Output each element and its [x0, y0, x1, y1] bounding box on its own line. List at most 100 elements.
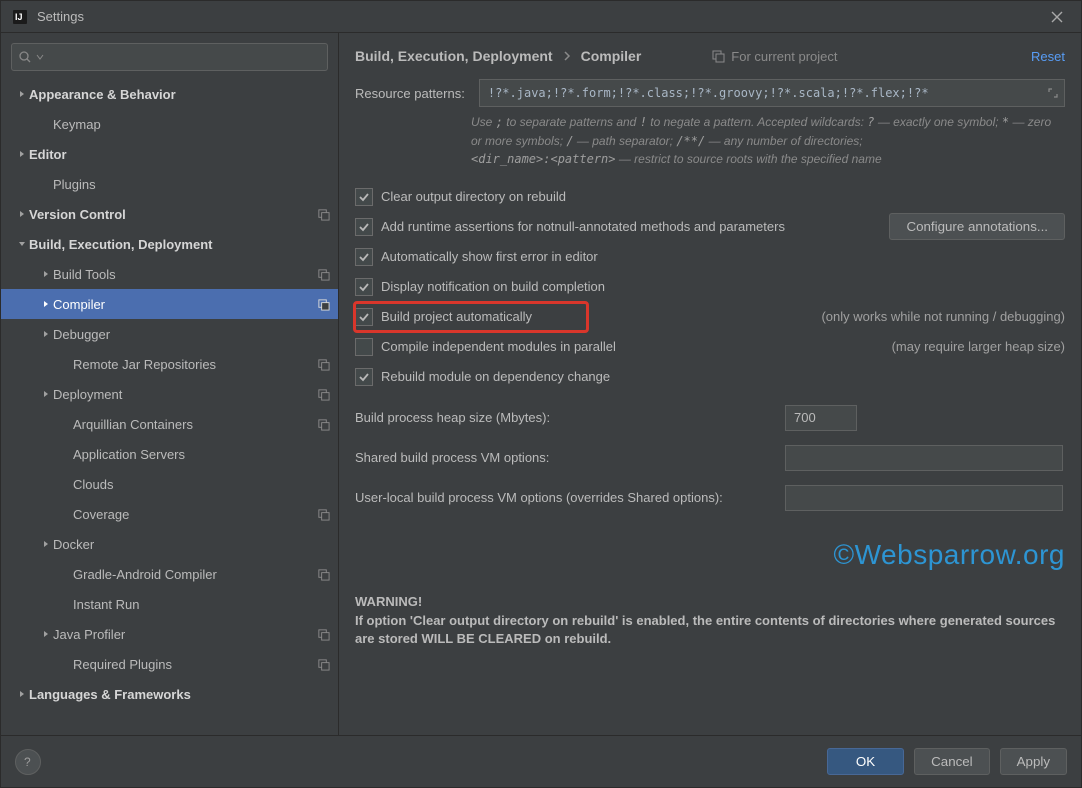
- checkbox-group: Clear output directory on rebuild Add ru…: [355, 183, 1065, 391]
- configure-annotations-button[interactable]: Configure annotations...: [889, 213, 1065, 240]
- tree-arrow-icon: [15, 150, 29, 158]
- sidebar-item-remote-jar-repositories[interactable]: Remote Jar Repositories: [1, 349, 338, 379]
- heap-size-input[interactable]: 700: [785, 405, 857, 431]
- checkbox-icon[interactable]: [355, 368, 373, 386]
- parallel-note: (may require larger heap size): [876, 339, 1065, 354]
- checkbox-icon[interactable]: [355, 188, 373, 206]
- question-icon: ?: [23, 755, 33, 769]
- app-logo-icon: IJ: [11, 8, 29, 26]
- project-scope-icon: [317, 628, 330, 641]
- watermark-text: ©Websparrow.org: [355, 539, 1065, 571]
- sidebar-item-label: Languages & Frameworks: [29, 687, 330, 702]
- breadcrumb-parent[interactable]: Build, Execution, Deployment: [355, 48, 553, 64]
- sidebar-item-label: Deployment: [53, 387, 311, 402]
- window-title: Settings: [37, 9, 84, 24]
- cancel-button[interactable]: Cancel: [914, 748, 990, 775]
- breadcrumb-current: Compiler: [581, 48, 642, 64]
- content: Build, Execution, Deployment Compiler Fo…: [339, 33, 1081, 735]
- sidebar-item-keymap[interactable]: Keymap: [1, 109, 338, 139]
- sidebar-item-arquillian-containers[interactable]: Arquillian Containers: [1, 409, 338, 439]
- user-vm-label: User-local build process VM options (ove…: [355, 490, 785, 505]
- search-icon: [18, 50, 32, 64]
- shared-vm-input[interactable]: [785, 445, 1063, 471]
- heap-size-row: Build process heap size (Mbytes): 700: [355, 405, 1065, 431]
- sidebar-item-label: Remote Jar Repositories: [73, 357, 311, 372]
- svg-text:IJ: IJ: [15, 12, 23, 22]
- check-parallel-compile[interactable]: Compile independent modules in parallel …: [355, 333, 1065, 361]
- project-scope-icon: [317, 268, 330, 281]
- warning-body: If option 'Clear output directory on reb…: [355, 612, 1065, 650]
- expand-field-icon[interactable]: [1044, 82, 1062, 104]
- sidebar-search[interactable]: [11, 43, 328, 71]
- settings-window: IJ Settings Appearance & BehaviorKeymapE…: [0, 0, 1082, 788]
- sidebar-item-build-execution-deployment[interactable]: Build, Execution, Deployment: [1, 229, 338, 259]
- sidebar-item-label: Docker: [53, 537, 330, 552]
- sidebar-item-label: Application Servers: [73, 447, 330, 462]
- search-dropdown-icon[interactable]: [36, 53, 44, 61]
- tree-arrow-icon: [15, 690, 29, 698]
- chevron-right-icon: [563, 51, 571, 61]
- sidebar-item-plugins[interactable]: Plugins: [1, 169, 338, 199]
- ok-button[interactable]: OK: [827, 748, 904, 775]
- sidebar-item-java-profiler[interactable]: Java Profiler: [1, 619, 338, 649]
- warning-title: WARNING!: [355, 593, 1065, 612]
- sidebar-item-coverage[interactable]: Coverage: [1, 499, 338, 529]
- resource-patterns-label: Resource patterns:: [355, 86, 465, 101]
- tree-arrow-icon: [15, 90, 29, 98]
- sidebar-item-deployment[interactable]: Deployment: [1, 379, 338, 409]
- sidebar-item-label: Gradle-Android Compiler: [73, 567, 311, 582]
- sidebar-item-application-servers[interactable]: Application Servers: [1, 439, 338, 469]
- project-scope-icon: [317, 658, 330, 671]
- check-rebuild-dependency[interactable]: Rebuild module on dependency change: [355, 363, 1065, 391]
- tree-arrow-icon: [39, 540, 53, 548]
- svg-text:?: ?: [24, 755, 31, 769]
- project-scope-icon: [317, 508, 330, 521]
- checkbox-icon[interactable]: [355, 218, 373, 236]
- close-button[interactable]: [1043, 3, 1071, 31]
- sidebar-item-editor[interactable]: Editor: [1, 139, 338, 169]
- checkbox-icon[interactable]: [355, 308, 373, 326]
- sidebar-item-version-control[interactable]: Version Control: [1, 199, 338, 229]
- body: Appearance & BehaviorKeymapEditorPlugins…: [1, 33, 1081, 735]
- sidebar-item-instant-run[interactable]: Instant Run: [1, 589, 338, 619]
- for-current-project-badge: For current project: [711, 49, 837, 64]
- check-clear-output[interactable]: Clear output directory on rebuild: [355, 183, 1065, 211]
- sidebar-item-label: Build, Execution, Deployment: [29, 237, 330, 252]
- sidebar-item-languages-frameworks[interactable]: Languages & Frameworks: [1, 679, 338, 709]
- sidebar-item-docker[interactable]: Docker: [1, 529, 338, 559]
- sidebar-item-label: Arquillian Containers: [73, 417, 311, 432]
- footer: ? OK Cancel Apply: [1, 735, 1081, 787]
- resource-patterns-help: Use ; to separate patterns and ! to nega…: [471, 113, 1065, 169]
- sidebar-item-compiler[interactable]: Compiler: [1, 289, 338, 319]
- sidebar-item-gradle-android-compiler[interactable]: Gradle-Android Compiler: [1, 559, 338, 589]
- main-panel: Resource patterns: !?*.java;!?*.form;!?*…: [339, 79, 1081, 735]
- check-build-notification[interactable]: Display notification on build completion: [355, 273, 1065, 301]
- help-button[interactable]: ?: [15, 749, 41, 775]
- shared-vm-row: Shared build process VM options:: [355, 445, 1065, 471]
- tree-arrow-icon: [15, 210, 29, 218]
- sidebar-item-clouds[interactable]: Clouds: [1, 469, 338, 499]
- checkbox-icon[interactable]: [355, 338, 373, 356]
- sidebar-item-appearance-behavior[interactable]: Appearance & Behavior: [1, 79, 338, 109]
- auto-build-note: (only works while not running / debuggin…: [805, 309, 1065, 324]
- checkbox-icon[interactable]: [355, 278, 373, 296]
- check-build-automatically[interactable]: Build project automatically: [355, 303, 587, 331]
- tree-arrow-icon: [39, 390, 53, 398]
- warning-block: WARNING! If option 'Clear output directo…: [355, 593, 1065, 650]
- apply-button[interactable]: Apply: [1000, 748, 1067, 775]
- resource-patterns-input[interactable]: !?*.java;!?*.form;!?*.class;!?*.groovy;!…: [479, 79, 1065, 107]
- shared-vm-label: Shared build process VM options:: [355, 450, 785, 465]
- checkbox-icon[interactable]: [355, 248, 373, 266]
- check-runtime-assertions[interactable]: Add runtime assertions for notnull-annot…: [355, 213, 1065, 241]
- sidebar: Appearance & BehaviorKeymapEditorPlugins…: [1, 33, 339, 735]
- project-scope-icon: [711, 49, 725, 63]
- settings-tree: Appearance & BehaviorKeymapEditorPlugins…: [1, 77, 338, 735]
- tree-arrow-icon: [39, 300, 53, 308]
- user-vm-input[interactable]: [785, 485, 1063, 511]
- sidebar-item-required-plugins[interactable]: Required Plugins: [1, 649, 338, 679]
- sidebar-item-label: Java Profiler: [53, 627, 311, 642]
- check-show-first-error[interactable]: Automatically show first error in editor: [355, 243, 1065, 271]
- sidebar-item-debugger[interactable]: Debugger: [1, 319, 338, 349]
- reset-link[interactable]: Reset: [1031, 49, 1065, 64]
- sidebar-item-build-tools[interactable]: Build Tools: [1, 259, 338, 289]
